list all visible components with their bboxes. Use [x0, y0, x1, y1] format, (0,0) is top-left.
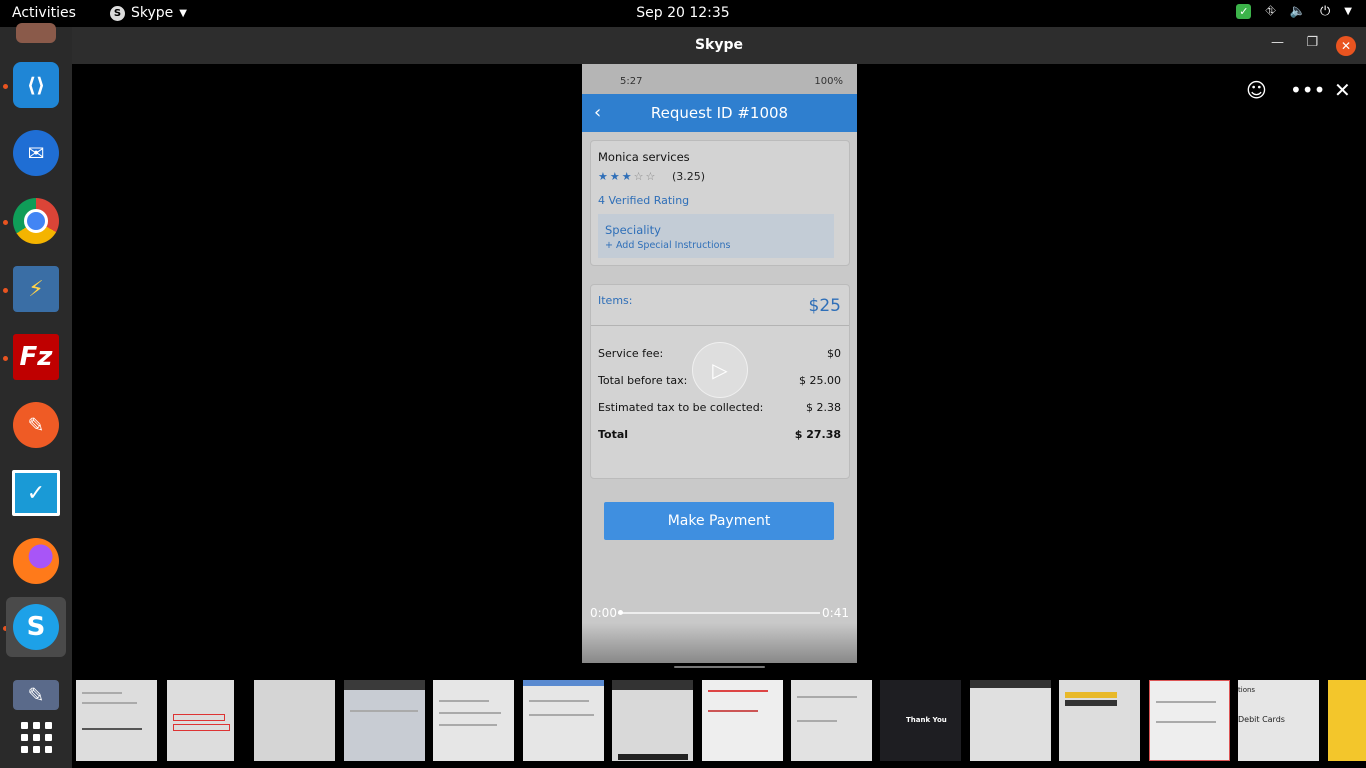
- dock-item-chrome[interactable]: [6, 191, 66, 251]
- seek-handle[interactable]: [618, 610, 623, 615]
- update-check-icon[interactable]: ✓: [1236, 4, 1252, 19]
- gallery-thumbnail[interactable]: [523, 680, 604, 761]
- minimize-button[interactable]: —: [1271, 35, 1284, 50]
- maximize-button[interactable]: ❐: [1306, 35, 1318, 50]
- window-title: Skype: [694, 37, 744, 53]
- dock-item-skype[interactable]: S: [6, 597, 66, 657]
- dock-item-postman[interactable]: ✎: [6, 395, 66, 455]
- video-seek-bar[interactable]: 0:00 0:41: [582, 604, 857, 624]
- network-icon[interactable]: ⛗: [1265, 4, 1275, 19]
- gallery-thumbnail[interactable]: [1059, 680, 1140, 761]
- app-grid-icon: [20, 721, 52, 753]
- vscode-icon: ⟨⟩: [13, 62, 59, 108]
- provider-card: Monica services ★★★☆☆ (3.25) 4 Verified …: [590, 140, 850, 266]
- dock-item-remote-desktop[interactable]: ⚡: [6, 259, 66, 319]
- gallery-thumbnail[interactable]: [612, 680, 693, 761]
- add-instructions-link[interactable]: + Add Special Instructions: [605, 240, 730, 251]
- total-before-tax-value: $ 25.00: [799, 374, 841, 387]
- rating-value: (3.25): [672, 170, 706, 183]
- phone-header: ‹ Request ID #1008: [582, 94, 857, 132]
- power-icon[interactable]: ⏻: [1320, 4, 1330, 19]
- gallery-thumbnail[interactable]: [254, 680, 335, 761]
- dock-item-thunderbird[interactable]: ✉: [6, 123, 66, 183]
- items-label: Items:: [598, 294, 633, 307]
- tax-row: Estimated tax to be collected: $ 2.38: [598, 401, 841, 414]
- verified-rating-link[interactable]: 4 Verified Rating: [598, 194, 689, 207]
- video-current-time: 0:00: [590, 606, 617, 620]
- speciality-box: Speciality + Add Special Instructions: [598, 214, 834, 258]
- divider: [591, 325, 849, 326]
- firefox-icon: [13, 538, 59, 584]
- close-window-button[interactable]: ✕: [1336, 36, 1356, 56]
- request-title: Request ID #1008: [650, 104, 789, 122]
- show-applications-button[interactable]: [6, 707, 66, 767]
- gallery-thumbnail[interactable]: [167, 680, 234, 761]
- phone-status-bar: 5:27 100%: [582, 64, 857, 94]
- total-before-tax-label: Total before tax:: [598, 374, 688, 387]
- gallery-thumbnail[interactable]: Thank You: [880, 680, 961, 761]
- dock-item-partial[interactable]: [6, 3, 66, 63]
- gallery-drag-handle[interactable]: [674, 666, 765, 668]
- provider-name: Monica services: [598, 150, 690, 164]
- monitor-check-icon: ✓: [12, 470, 60, 516]
- items-amount: $25: [808, 296, 841, 316]
- video-frame[interactable]: 5:27 100% ‹ Request ID #1008 Monica serv…: [582, 64, 857, 663]
- service-fee-label: Service fee:: [598, 347, 664, 360]
- phone-battery: 100%: [814, 76, 843, 87]
- speciality-label: Speciality: [605, 223, 661, 237]
- thunderbird-icon: ✉: [13, 130, 59, 176]
- gallery-thumbnail[interactable]: [1328, 680, 1366, 761]
- total-value: $ 27.38: [794, 428, 841, 441]
- app-menu[interactable]: S Skype ▼: [110, 5, 187, 21]
- dock-item-monitor[interactable]: ✓: [6, 463, 66, 523]
- window-titlebar: Skype — ❐ ✕: [72, 27, 1366, 64]
- video-gradient: [582, 623, 857, 663]
- chrome-icon: [13, 198, 59, 244]
- volume-icon[interactable]: 🔈: [1290, 4, 1306, 19]
- top-bar: Activities S Skype ▼ Sep 20 12:35 ✓ ⛗ 🔈 …: [0, 0, 1366, 27]
- chevron-down-icon: ▼: [179, 7, 187, 19]
- thumbnail-label: Debit Cards: [1238, 715, 1285, 724]
- skype-icon: S: [13, 604, 59, 650]
- clock[interactable]: Sep 20 12:35: [0, 5, 1366, 21]
- thumbnail-label: Thank You: [906, 716, 947, 724]
- gallery-thumbnail[interactable]: [344, 680, 425, 761]
- gallery-thumbnail[interactable]: tions Debit Cards: [1238, 680, 1319, 761]
- phone-status-time: 5:27: [620, 76, 643, 87]
- gallery-thumbnail[interactable]: [702, 680, 783, 761]
- star-rating: ★★★☆☆: [598, 170, 658, 183]
- filezilla-icon: Fz: [13, 334, 59, 380]
- make-payment-button[interactable]: Make Payment: [604, 502, 834, 540]
- skype-icon: S: [110, 5, 125, 21]
- gallery-thumbnail[interactable]: [76, 680, 157, 761]
- system-tray[interactable]: ✓ ⛗ 🔈 ⏻ ▼: [1236, 4, 1352, 19]
- dock-item-vscode[interactable]: ⟨⟩: [6, 55, 66, 115]
- emoji-react-icon[interactable]: ☺: [1246, 78, 1267, 102]
- seek-track[interactable]: [618, 612, 820, 614]
- tray-chevron-down-icon[interactable]: ▼: [1344, 6, 1352, 17]
- service-fee-value: $0: [827, 347, 841, 360]
- thumbnail-label: tions: [1238, 686, 1256, 694]
- gallery-thumbnail[interactable]: [970, 680, 1051, 761]
- app-icon: [16, 23, 56, 43]
- more-options-icon[interactable]: •••: [1290, 78, 1325, 102]
- video-duration: 0:41: [822, 606, 849, 620]
- gallery-thumbnail[interactable]: [1149, 680, 1230, 761]
- gallery-thumbnail[interactable]: [433, 680, 514, 761]
- total-row: Total $ 27.38: [598, 428, 841, 441]
- total-label: Total: [598, 428, 629, 441]
- dock-item-firefox[interactable]: [6, 531, 66, 591]
- postman-icon: ✎: [13, 402, 59, 448]
- play-icon[interactable]: ▷: [692, 342, 748, 398]
- text-editor-icon: ✎: [13, 680, 59, 710]
- app-menu-label: Skype: [131, 5, 174, 21]
- tax-label: Estimated tax to be collected:: [598, 401, 764, 414]
- gallery-thumbnail[interactable]: [791, 680, 872, 761]
- remote-desktop-icon: ⚡: [13, 266, 59, 312]
- dock: ⟨⟩ ✉ ⚡ Fz ✎ ✓ S ✎: [0, 23, 72, 768]
- tax-value: $ 2.38: [806, 401, 841, 414]
- close-viewer-icon[interactable]: ✕: [1334, 78, 1351, 102]
- dock-item-filezilla[interactable]: Fz: [6, 327, 66, 387]
